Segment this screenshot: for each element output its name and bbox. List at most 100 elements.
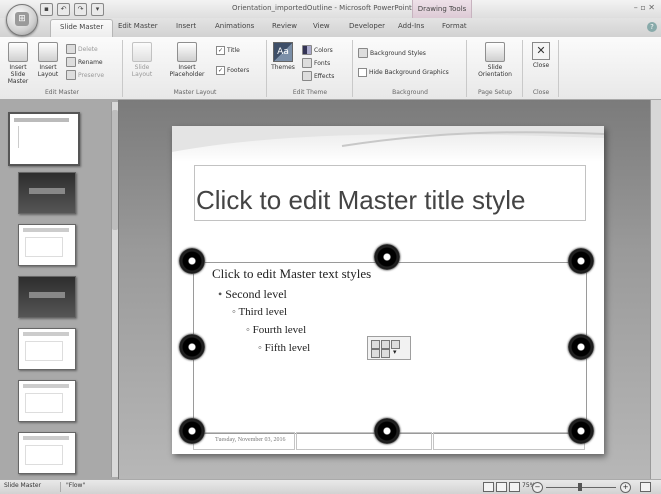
themes-button[interactable]: Aa Themes	[270, 42, 296, 71]
effects-icon	[302, 71, 312, 81]
status-separator	[60, 482, 61, 492]
zoom-in-icon[interactable]: +	[620, 482, 631, 493]
rename-icon	[66, 57, 76, 67]
slide-title: Click to edit Master title style	[196, 185, 526, 215]
window-controls[interactable]: – ▫ ✕	[634, 3, 655, 12]
slide-orientation-button[interactable]: Slide Orientation	[472, 42, 518, 78]
insert-layout-button[interactable]: Insert Layout	[34, 42, 62, 78]
background-styles-button[interactable]: Background Styles	[358, 48, 426, 58]
thumbnail-layout[interactable]	[18, 172, 76, 214]
footer-placeholder[interactable]	[296, 432, 432, 450]
fonts-button[interactable]: Fonts	[302, 58, 330, 68]
text-level-3: ◦ Third level	[232, 306, 288, 318]
close-master-view-button[interactable]: ✕ Close	[528, 42, 554, 69]
normal-view-icon[interactable]	[483, 482, 494, 492]
office-button[interactable]: ⊞	[6, 4, 38, 36]
tab-slide-master[interactable]: Slide Master	[50, 19, 114, 37]
effects-button[interactable]: Effects	[302, 71, 334, 81]
delete-button[interactable]: Delete	[66, 44, 98, 54]
redo-icon[interactable]: ↷	[74, 3, 87, 16]
resize-handle[interactable]	[374, 418, 400, 444]
delete-icon	[66, 44, 76, 54]
thumbnail-layout[interactable]	[18, 328, 76, 370]
tab-add-ins[interactable]: Add-Ins	[398, 22, 424, 30]
title-bar: ▪ ↶ ↷ ▾ Orientation_importedOutline - Mi…	[0, 0, 661, 19]
tab-insert[interactable]: Insert	[176, 22, 196, 30]
resize-handle[interactable]	[568, 334, 594, 360]
insert-slide-master-button[interactable]: Insert Slide Master	[4, 42, 32, 85]
insert-slide-master-icon	[8, 42, 28, 62]
thumbnail-scrollbar[interactable]	[111, 102, 118, 477]
resize-handle[interactable]	[374, 244, 400, 270]
hide-background-graphics-checkbox[interactable]: Hide Background Graphics	[358, 68, 449, 77]
checkmark-icon: ✓	[216, 66, 225, 75]
group-background: Background Styles Hide Background Graphi…	[354, 40, 467, 97]
window-title: Orientation_importedOutline - Microsoft …	[232, 4, 412, 12]
text-level-2: • Second level	[218, 287, 287, 301]
fonts-icon	[302, 58, 312, 68]
insert-placeholder-icon	[177, 42, 197, 62]
thumbnail-layout[interactable]	[18, 276, 76, 318]
slide-number-placeholder[interactable]	[433, 432, 585, 450]
arrange-icon[interactable]	[371, 349, 380, 358]
background-styles-icon	[358, 48, 368, 58]
title-checkbox[interactable]: ✓ Title	[216, 46, 240, 55]
tab-developer[interactable]: Developer	[349, 22, 385, 30]
thumbnail-layout[interactable]	[18, 224, 76, 266]
thumbnail-slide-master[interactable]	[8, 112, 80, 166]
close-icon: ✕	[532, 42, 550, 60]
shape-fill-icon[interactable]	[371, 340, 380, 349]
context-tab-header: Drawing Tools	[412, 0, 472, 18]
tab-view[interactable]: View	[313, 22, 330, 30]
status-bar: Slide Master "Flow" 75% − +	[0, 479, 661, 494]
themes-icon: Aa	[273, 42, 293, 62]
chevron-down-icon[interactable]: ▾	[393, 348, 397, 356]
text-level-5: ◦ Fifth level	[258, 342, 311, 354]
fit-to-window-icon[interactable]	[640, 482, 651, 492]
status-view-name: Slide Master	[4, 482, 42, 489]
group-label: Edit Theme	[292, 89, 328, 96]
shape-outline-icon[interactable]	[381, 340, 390, 349]
group-edit-theme: Aa Themes Colors Fonts Effects Edit Them…	[268, 40, 353, 97]
thumbnail-layout[interactable]	[18, 380, 76, 422]
footers-checkbox[interactable]: ✓ Footers	[216, 66, 249, 75]
preserve-button[interactable]: Preserve	[66, 70, 104, 80]
slide-show-view-icon[interactable]	[509, 482, 520, 492]
rename-button[interactable]: Rename	[66, 57, 103, 67]
resize-handle[interactable]	[568, 248, 594, 274]
vertical-scrollbar[interactable]	[650, 100, 661, 479]
status-theme-name: "Flow"	[66, 482, 86, 489]
slide-layout-button[interactable]: Slide Layout	[128, 42, 156, 78]
zoom-slider-knob[interactable]	[578, 483, 582, 491]
help-icon[interactable]: ?	[647, 22, 657, 32]
format-painter-icon[interactable]	[381, 349, 390, 358]
colors-button[interactable]: Colors	[302, 45, 333, 55]
zoom-out-icon[interactable]: −	[532, 482, 543, 493]
save-icon[interactable]: ▪	[40, 3, 53, 16]
group-page-setup: Slide Orientation Page Setup	[468, 40, 523, 97]
tab-format[interactable]: Format	[442, 22, 467, 30]
group-close: ✕ Close Close	[524, 40, 559, 97]
tab-edit-master[interactable]: Edit Master	[118, 22, 158, 30]
date-text: Tuesday, November 03, 2016	[215, 437, 286, 443]
tab-animations[interactable]: Animations	[215, 22, 254, 30]
undo-icon[interactable]: ↶	[57, 3, 70, 16]
resize-handle[interactable]	[179, 418, 205, 444]
text-level-4: ◦ Fourth level	[246, 324, 307, 336]
resize-handle[interactable]	[568, 418, 594, 444]
slide-sorter-view-icon[interactable]	[496, 482, 507, 492]
office-logo-icon: ⊞	[15, 12, 29, 26]
tab-review[interactable]: Review	[272, 22, 297, 30]
customize-icon[interactable]: ▾	[91, 3, 104, 16]
resize-handle[interactable]	[179, 334, 205, 360]
slide-orientation-icon	[485, 42, 505, 62]
thumbnail-layout[interactable]	[18, 432, 76, 474]
scrollbar-thumb[interactable]	[112, 110, 118, 230]
group-master-layout: Slide Layout Insert Placeholder ✓ Title ✓…	[124, 40, 267, 97]
checkmark-icon: ✓	[216, 46, 225, 55]
decorative-wave	[172, 126, 604, 152]
resize-handle[interactable]	[179, 248, 205, 274]
group-label: Page Setup	[478, 89, 512, 96]
group-label: Background	[392, 89, 428, 96]
insert-placeholder-button[interactable]: Insert Placeholder	[164, 42, 210, 78]
